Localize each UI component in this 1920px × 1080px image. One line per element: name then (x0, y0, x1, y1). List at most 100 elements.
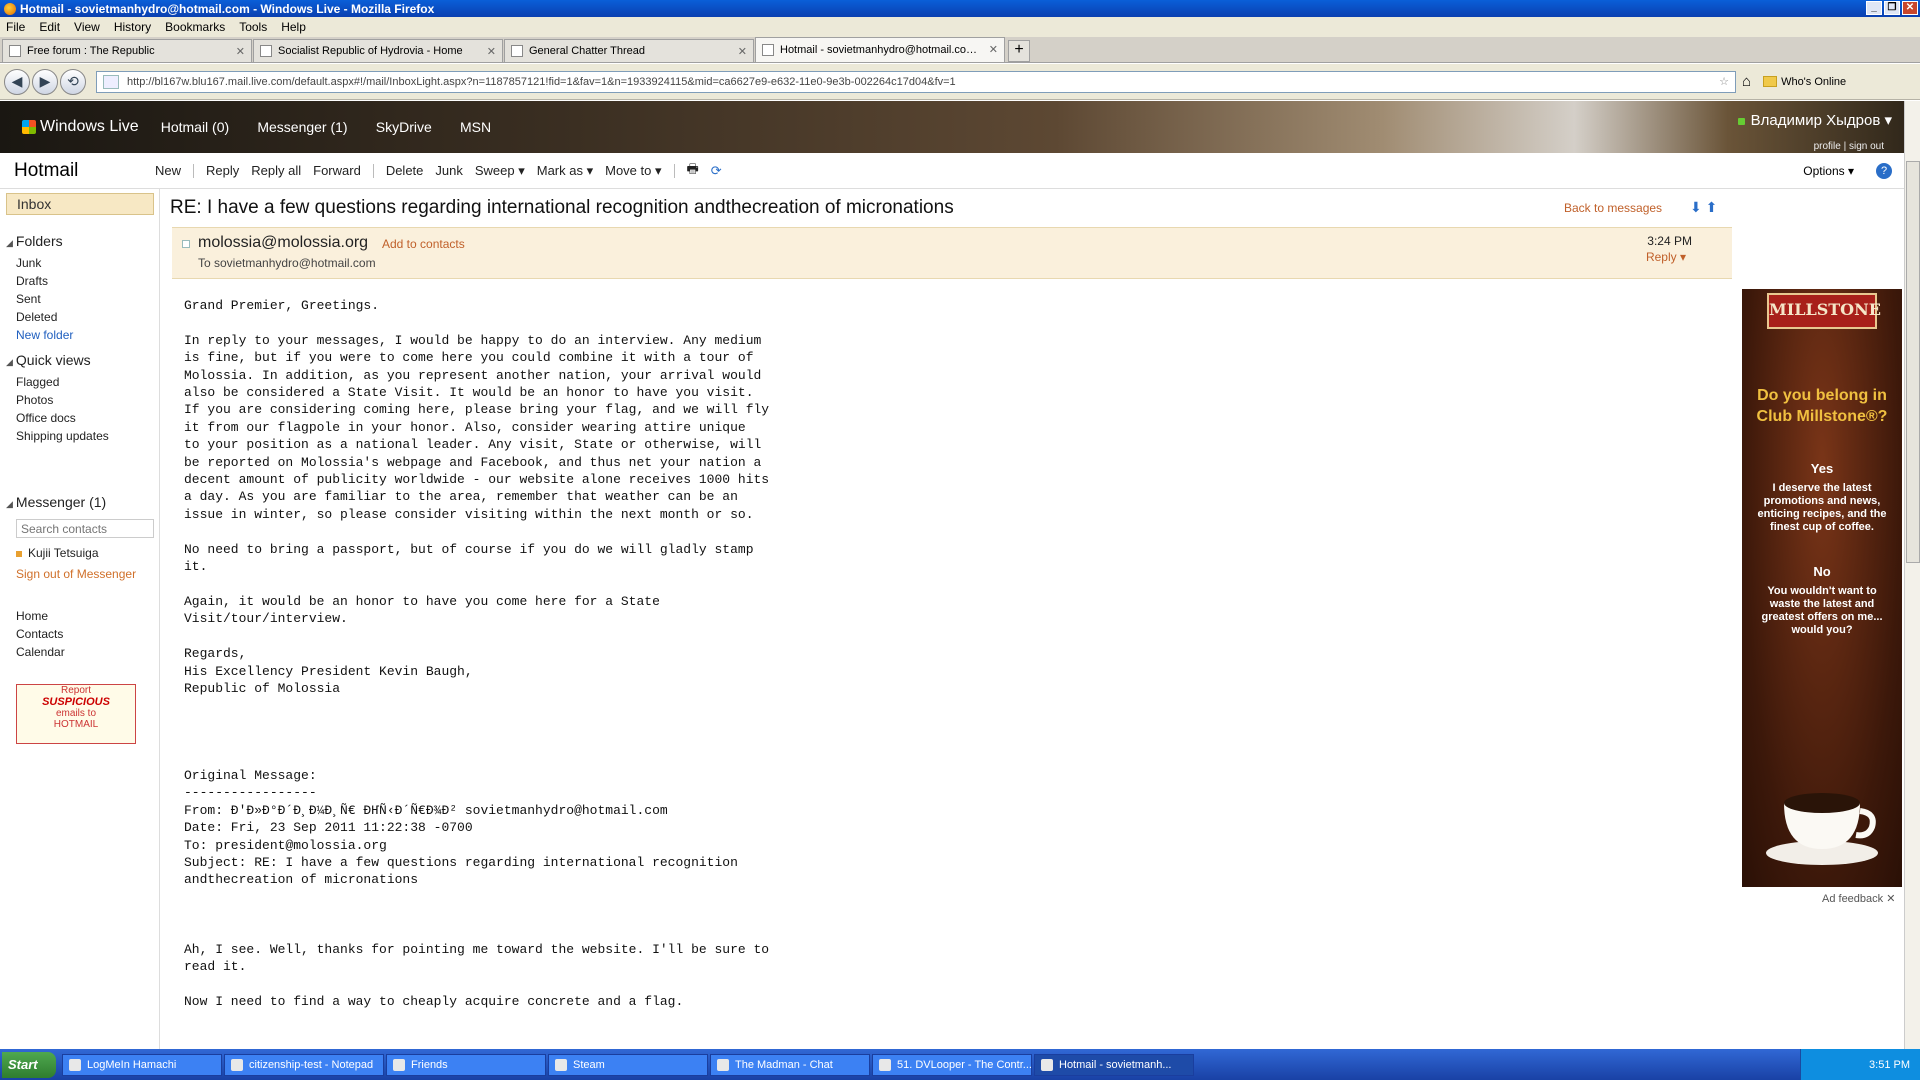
profile-signout-links[interactable]: profile | sign out (1814, 141, 1884, 152)
menu-help[interactable]: Help (281, 20, 306, 34)
maximize-button[interactable]: ❐ (1884, 1, 1900, 15)
tab-general-chatter[interactable]: General Chatter Thread ✕ (504, 39, 754, 62)
scrollbar-thumb[interactable] (1906, 161, 1920, 563)
report-suspicious-ad[interactable]: Report SUSPICIOUS emails to HOTMAIL (16, 684, 136, 744)
task-dvlooper[interactable]: 51. DVLooper - The Contr... (872, 1053, 1032, 1076)
new-tab-button[interactable]: + (1008, 40, 1030, 62)
message-body: Grand Premier, Greetings. In reply to yo… (184, 298, 770, 1010)
ad-line: HOTMAIL (53, 719, 99, 730)
tab-label: General Chatter Thread (529, 45, 645, 57)
task-madman-chat[interactable]: The Madman - Chat (710, 1053, 870, 1076)
junk-button[interactable]: Junk (435, 163, 462, 178)
search-contacts-input[interactable] (16, 519, 154, 538)
menu-file[interactable]: File (6, 20, 25, 34)
menu-history[interactable]: History (114, 20, 151, 34)
help-icon[interactable]: ? (1876, 162, 1892, 179)
menu-bookmarks[interactable]: Bookmarks (165, 20, 225, 34)
hotmail-brand[interactable]: Hotmail (0, 160, 155, 182)
options-button[interactable]: Options ▾ (1803, 164, 1854, 178)
new-button[interactable]: New (155, 163, 181, 178)
bookmark-whos-online[interactable]: Who's Online (1763, 76, 1846, 88)
move-to-button[interactable]: Move to ▾ (605, 163, 661, 179)
ad-no[interactable]: No (1742, 564, 1902, 579)
nav-msn[interactable]: MSN (460, 119, 491, 135)
window-title: Hotmail - sovietmanhydro@hotmail.com - W… (20, 1, 435, 16)
windows-live-logo[interactable]: Windows Live (22, 118, 139, 136)
folder-deleted[interactable]: Deleted (16, 310, 57, 324)
recipient-line: To sovietmanhydro@hotmail.com (198, 256, 376, 270)
bookmark-star-icon[interactable]: ☆ (1719, 75, 1729, 88)
forward-button[interactable]: ▶ (32, 68, 58, 95)
add-to-contacts-link[interactable]: Add to contacts (382, 237, 465, 251)
folder-drafts[interactable]: Drafts (16, 274, 48, 288)
close-tab-icon[interactable]: ✕ (738, 45, 747, 58)
tab-hotmail[interactable]: Hotmail - sovietmanhydro@hotmail.com - .… (755, 37, 1005, 62)
next-prev-message-icon[interactable]: ⬇ ⬆ (1690, 199, 1717, 216)
delete-button[interactable]: Delete (386, 163, 424, 178)
user-name[interactable]: Владимир Хыдров ▾ (1737, 111, 1892, 129)
mark-as-button[interactable]: Mark as ▾ (537, 163, 593, 179)
quick-view-flagged[interactable]: Flagged (16, 375, 59, 389)
close-tab-icon[interactable]: ✕ (487, 45, 496, 58)
new-folder-link[interactable]: New folder (16, 328, 73, 342)
sign-out-messenger-link[interactable]: Sign out of Messenger (16, 567, 136, 581)
sender-address[interactable]: molossia@molossia.org (198, 234, 368, 252)
message-subject: RE: I have a few questions regarding int… (170, 197, 954, 218)
back-to-messages-link[interactable]: Back to messages (1564, 201, 1662, 215)
refresh-icon[interactable]: ⟳ (711, 163, 722, 179)
contact-kujii[interactable]: Kujii Tetsuiga (16, 546, 99, 560)
nav-home[interactable]: Home (16, 609, 48, 623)
quick-view-office-docs[interactable]: Office docs (16, 411, 76, 425)
reply-all-button[interactable]: Reply all (251, 163, 301, 178)
ad-line: Report (60, 685, 91, 696)
ad-yes[interactable]: Yes (1742, 461, 1902, 476)
nav-messenger[interactable]: Messenger (1) (257, 119, 347, 135)
bookmark-label: Who's Online (1781, 75, 1847, 88)
task-friends[interactable]: Friends (386, 1053, 546, 1076)
menu-tools[interactable]: Tools (239, 20, 267, 34)
sweep-button[interactable]: Sweep ▾ (475, 163, 525, 179)
close-tab-icon[interactable]: ✕ (236, 45, 245, 58)
quick-view-photos[interactable]: Photos (16, 393, 53, 407)
quick-view-shipping[interactable]: Shipping updates (16, 429, 109, 443)
nav-hotmail[interactable]: Hotmail (0) (161, 119, 229, 135)
site-identity-icon[interactable] (103, 74, 119, 89)
minimize-button[interactable]: _ (1866, 1, 1882, 15)
start-button[interactable]: Start (2, 1051, 56, 1078)
ad-feedback-link[interactable]: Ad feedback ✕ (1822, 892, 1895, 905)
tab-label: Socialist Republic of Hydrovia - Home (278, 45, 463, 57)
reply-button[interactable]: Reply (206, 163, 239, 178)
window-titlebar: Hotmail - sovietmanhydro@hotmail.com - W… (0, 0, 1920, 17)
folder-junk[interactable]: Junk (16, 256, 41, 270)
clock[interactable]: 3:51 PM (1869, 1059, 1910, 1071)
close-window-button[interactable]: ✕ (1902, 1, 1918, 15)
history-icon[interactable]: ⟲ (60, 68, 86, 95)
folder-sent[interactable]: Sent (16, 292, 41, 306)
millstone-ad[interactable]: MILLSTONE Do you belong in Club Millston… (1742, 289, 1902, 887)
menu-view[interactable]: View (74, 20, 100, 34)
print-icon[interactable]: 🖶 (687, 160, 699, 182)
forward-button[interactable]: Forward (313, 163, 361, 178)
task-notepad[interactable]: citizenship-test - Notepad (224, 1053, 384, 1076)
back-button[interactable]: ◀ (4, 68, 30, 95)
close-tab-icon[interactable]: ✕ (989, 43, 998, 56)
nav-skydrive[interactable]: SkyDrive (376, 119, 432, 135)
nav-calendar[interactable]: Calendar (16, 645, 65, 659)
tab-free-forum[interactable]: Free forum : The Republic ✕ (2, 39, 252, 62)
url-bar[interactable]: http://bl167w.blu167.mail.live.com/defau… (96, 70, 1736, 93)
reply-link[interactable]: Reply ▾ (1646, 250, 1686, 264)
menu-edit[interactable]: Edit (39, 20, 60, 34)
messenger-heading[interactable]: ◢ Messenger (1) (6, 494, 106, 510)
home-icon[interactable]: ⌂ (1742, 73, 1751, 90)
task-steam[interactable]: Steam (548, 1053, 708, 1076)
task-hamachi[interactable]: LogMeIn Hamachi (62, 1053, 222, 1076)
page-favicon-icon (260, 45, 272, 57)
coffee-cup-icon (1766, 793, 1878, 865)
folder-inbox[interactable]: Inbox (6, 193, 154, 215)
nav-contacts[interactable]: Contacts (16, 627, 63, 641)
folders-heading[interactable]: ◢ Folders (6, 233, 63, 249)
task-hotmail[interactable]: Hotmail - sovietmanh... (1034, 1053, 1194, 1076)
page-scrollbar[interactable] (1904, 101, 1920, 1049)
quick-views-heading[interactable]: ◢ Quick views (6, 352, 91, 368)
tab-hydrovia[interactable]: Socialist Republic of Hydrovia - Home ✕ (253, 39, 503, 62)
